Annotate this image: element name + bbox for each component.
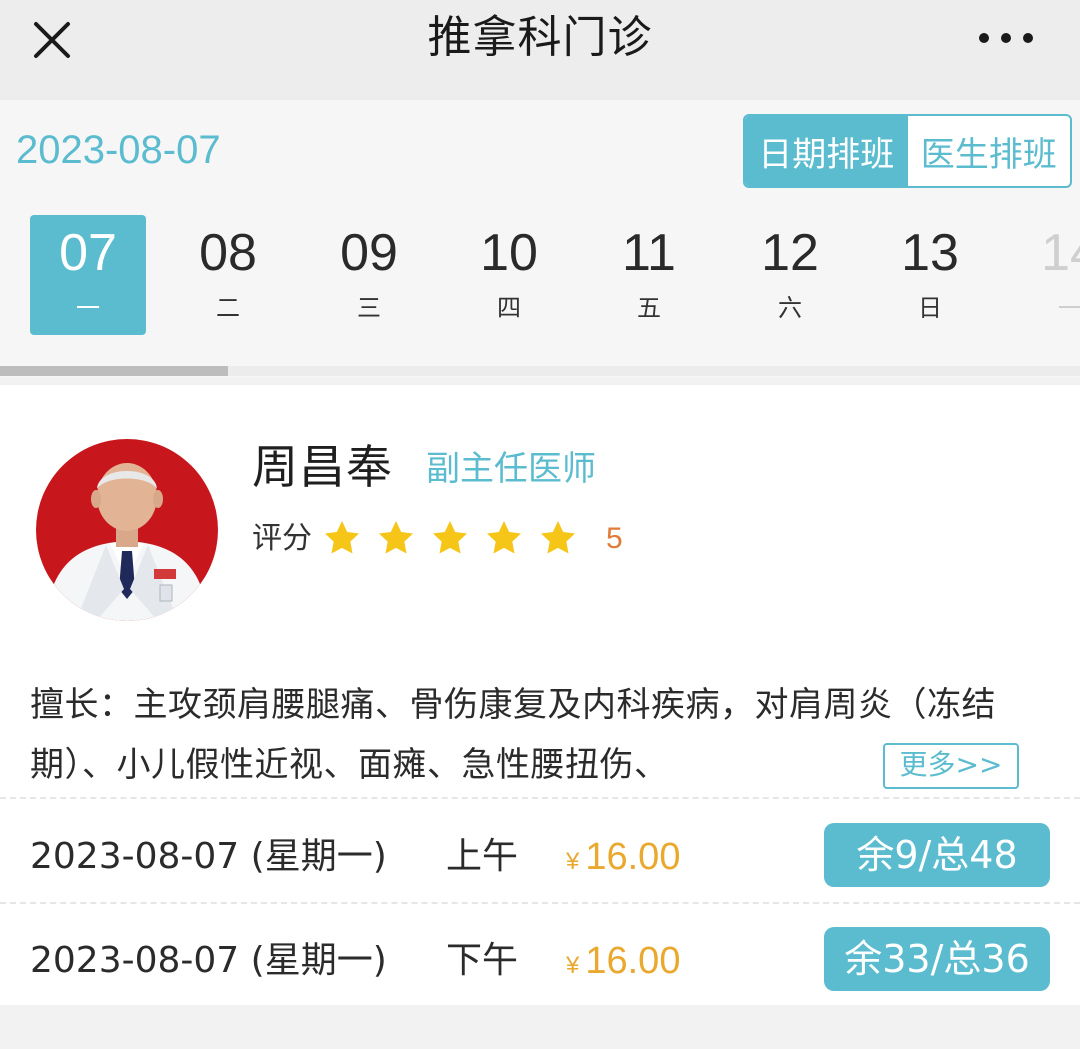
day-number: 08 — [199, 224, 257, 282]
day-strip: 07 一 08 二 09 三 10 四 11 五 12 六 13 日 14 一 — [0, 215, 1080, 335]
schedule-slot: 2023-08-07 (星期一) 下午 ¥16.00 余33/总36 — [0, 907, 1080, 1011]
availability-badge[interactable]: 余9/总48 — [824, 823, 1050, 887]
star-icon — [376, 515, 430, 561]
schedule-header: 2023-08-07 日期排班 医生排班 07 一 08 二 09 三 10 四… — [0, 100, 1080, 378]
day-item[interactable]: 08 二 — [170, 215, 286, 335]
more-dots-icon — [979, 33, 1033, 43]
day-number: 13 — [901, 224, 959, 282]
star-icon — [538, 515, 592, 561]
star-icon — [322, 515, 376, 561]
doctor-portrait — [36, 439, 218, 621]
day-weekday: 二 — [216, 294, 240, 322]
doctor-card: 周昌奉 副主任医师 评分 5 擅长：主攻颈肩腰腿痛、骨伤康复及内科疾病，对肩周炎… — [0, 385, 1080, 1005]
slot-price-value: 16.00 — [585, 836, 681, 878]
availability-badge[interactable]: 余33/总36 — [824, 927, 1050, 991]
day-weekday: 六 — [778, 294, 802, 322]
rating-stars — [322, 515, 592, 561]
day-weekday: 三 — [357, 294, 381, 322]
day-weekday: 五 — [637, 294, 661, 322]
day-number: 11 — [622, 224, 676, 282]
rating-label: 评分 — [252, 521, 312, 556]
day-item[interactable]: 07 一 — [30, 215, 146, 335]
star-icon — [430, 515, 484, 561]
slot-price-value: 16.00 — [585, 940, 681, 982]
slot-date: 2023-08-07 (星期一) — [30, 836, 387, 877]
day-weekday: 日 — [918, 294, 942, 322]
more-link[interactable]: 更多>> — [883, 743, 1019, 789]
day-number: 10 — [480, 224, 538, 282]
day-weekday: 一 — [1058, 294, 1080, 322]
day-number: 09 — [340, 224, 398, 282]
day-item[interactable]: 12 六 — [732, 215, 848, 335]
divider — [0, 797, 1080, 799]
day-item[interactable]: 11 五 — [591, 215, 707, 335]
more-button[interactable] — [964, 14, 1048, 62]
day-weekday: 一 — [76, 294, 100, 322]
tab-date-schedule[interactable]: 日期排班 — [745, 116, 908, 186]
day-item[interactable]: 14 一 — [1012, 215, 1080, 335]
slot-period: 上午 — [446, 836, 519, 877]
doctor-name: 周昌奉 — [252, 440, 393, 494]
title-bar: 推拿科门诊 — [0, 0, 1080, 100]
slot-price: ¥16.00 — [566, 935, 680, 992]
day-number: 07 — [59, 224, 117, 282]
day-number: 12 — [761, 224, 819, 282]
slot-price: ¥16.00 — [566, 831, 680, 888]
schedule-slot: 2023-08-07 (星期一) 上午 ¥16.00 余9/总48 — [0, 803, 1080, 907]
divider — [0, 902, 1080, 904]
schedule-mode-toggle: 日期排班 医生排班 — [743, 114, 1072, 188]
day-item[interactable]: 09 三 — [311, 215, 427, 335]
scrollbar-thumb[interactable] — [0, 366, 228, 376]
day-item[interactable]: 13 日 — [872, 215, 988, 335]
slot-date: 2023-08-07 (星期一) — [30, 940, 387, 981]
day-weekday: 四 — [497, 294, 521, 322]
slot-period: 下午 — [446, 940, 519, 981]
rating-value: 5 — [606, 522, 623, 555]
currency-symbol: ¥ — [566, 848, 580, 875]
day-strip-scrollbar[interactable] — [0, 366, 1080, 376]
day-number: 14 — [1041, 224, 1080, 282]
current-date: 2023-08-07 — [16, 128, 221, 172]
tab-doctor-schedule[interactable]: 医生排班 — [908, 116, 1071, 186]
star-icon — [484, 515, 538, 561]
page-title: 推拿科门诊 — [427, 12, 653, 63]
doctor-title: 副主任医师 — [426, 449, 596, 489]
currency-symbol: ¥ — [566, 952, 580, 979]
day-item[interactable]: 10 四 — [451, 215, 567, 335]
avatar[interactable] — [36, 439, 218, 621]
